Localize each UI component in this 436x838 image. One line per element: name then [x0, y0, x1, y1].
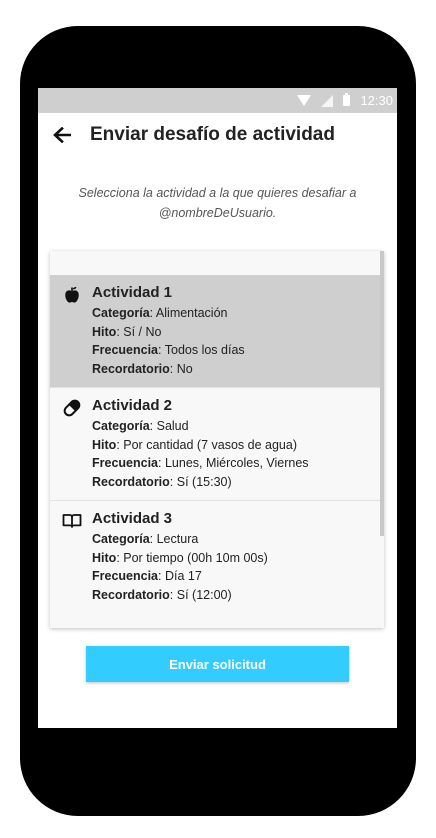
frequency-value: Lunes, Miércoles, Viernes	[164, 456, 309, 470]
frequency-value: Día 17	[164, 569, 202, 583]
milestone-value: Sí / No	[123, 324, 162, 339]
frequency-label: Frecuencia	[92, 343, 159, 357]
reminder-value: Sí (12:00)	[176, 587, 232, 602]
milestone-value: Por cantidad (7 vasos de agua)	[123, 437, 297, 452]
send-request-button[interactable]: Enviar solicitud	[86, 646, 349, 682]
status-bar: 12:30	[38, 88, 397, 113]
activity-item-3[interactable]: Actividad 3 Categoría: Lectura Hito: Por…	[50, 501, 380, 613]
reminder-label: Recordatorio	[92, 361, 170, 376]
list-scrollbar[interactable]	[380, 251, 384, 536]
milestone-label: Hito	[92, 324, 117, 339]
category-value: Alimentación	[155, 306, 228, 320]
category-label: Categoría	[92, 306, 150, 320]
reminder-value: No	[176, 361, 193, 376]
category-label: Categoría	[92, 532, 150, 546]
status-time: 12:30	[360, 93, 393, 108]
reminder-value: Sí (15:30)	[176, 474, 232, 489]
activity-name: Actividad 2	[92, 397, 173, 414]
activity-item-2[interactable]: Actividad 2 Categoría: Salud Hito: Por c…	[50, 388, 380, 501]
intro-text: Selecciona la actividad a la que quieres…	[78, 186, 357, 220]
battery-icon	[343, 93, 351, 106]
book-icon	[62, 514, 82, 528]
apple-icon	[65, 286, 79, 303]
reminder-label: Recordatorio	[92, 474, 170, 489]
pill-icon	[63, 399, 81, 417]
signal-icon	[321, 94, 334, 107]
frequency-label: Frecuencia	[92, 456, 159, 470]
milestone-value: Por tiempo (00h 10m 00s)	[123, 550, 268, 565]
back-button[interactable]	[38, 113, 86, 157]
screen: 12:30 Enviar desafío de actividad Selecc…	[38, 88, 397, 728]
category-label: Categoría	[92, 419, 150, 433]
category-value: Salud	[156, 419, 189, 433]
activity-name: Actividad 1	[92, 284, 173, 301]
reminder-label: Recordatorio	[92, 587, 170, 602]
frequency-label: Frecuencia	[92, 569, 159, 583]
milestone-label: Hito	[92, 550, 117, 565]
wifi-icon	[297, 95, 312, 106]
activity-list[interactable]: Actividad 1 Categoría: Alimentación Hito…	[50, 251, 384, 628]
page-title: Enviar desafío de actividad	[90, 124, 335, 145]
milestone-label: Hito	[92, 437, 117, 452]
activity-name: Actividad 3	[92, 510, 173, 527]
category-value: Lectura	[156, 532, 199, 546]
activity-item-1[interactable]: Actividad 1 Categoría: Alimentación Hito…	[50, 275, 380, 388]
app-bar: Enviar desafío de actividad	[38, 113, 397, 157]
arrow-left-icon	[53, 127, 71, 143]
frequency-value: Todos los días	[164, 343, 245, 357]
